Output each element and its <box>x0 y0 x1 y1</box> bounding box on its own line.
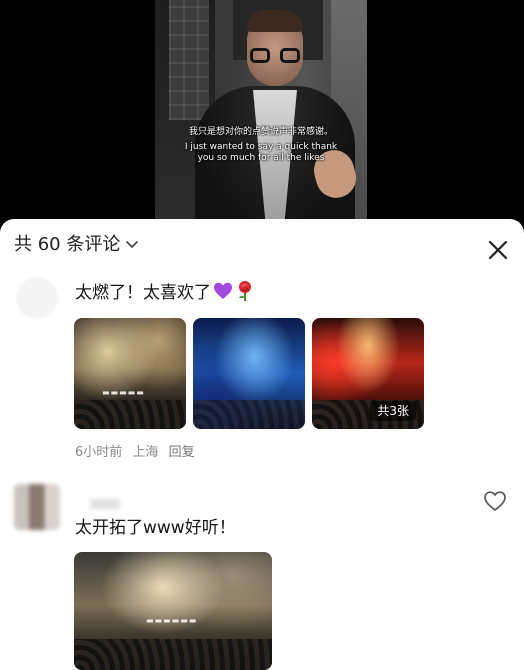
comment-location: 上海 <box>132 445 159 460</box>
avatar[interactable] <box>16 277 58 319</box>
comment-text: 太开拓了www好听！ <box>75 518 236 538</box>
video-person-glasses <box>250 48 300 64</box>
comment-count-title[interactable]: 共 60 条评论 <box>14 234 120 256</box>
stage-screen-graphic: ▬▬▬▬▬▬ <box>146 616 198 625</box>
purple-heart-icon <box>214 282 232 299</box>
rose-icon <box>239 281 251 301</box>
video-person-hair <box>247 10 303 32</box>
stage-screen-graphic: ▬▬▬▬▬ <box>102 388 145 397</box>
comment-photo[interactable]: ▬▬▬▬▬ <box>74 318 186 429</box>
reply-button[interactable]: 回复 <box>169 445 195 460</box>
comment-photo[interactable]: ▬▬▬▬▬▬ <box>74 552 272 670</box>
video-frame[interactable]: 我只是想对你的点赞说声非常感谢。 I just wanted to say a … <box>155 0 367 222</box>
crowd-silhouette <box>74 400 186 429</box>
comments-sheet: 共 60 条评论 太燃了！太喜欢了 ▬▬▬▬▬ 共3张 6小时前 上海 回复 太… <box>0 219 524 670</box>
video-player[interactable]: 我只是想对你的点赞说声非常感谢。 I just wanted to say a … <box>0 0 524 222</box>
comment-text-content: 太燃了！太喜欢了 <box>75 283 211 303</box>
crowd-silhouette <box>74 639 272 670</box>
video-subtitle-chinese: 我只是想对你的点赞说声非常感谢。 <box>188 127 333 137</box>
close-icon[interactable] <box>483 235 513 265</box>
avatar[interactable] <box>14 484 60 530</box>
comments-header: 共 60 条评论 <box>0 219 524 277</box>
comment-photo[interactable] <box>193 318 305 429</box>
video-subtitle-english: I just wanted to say a quick thank you s… <box>184 142 338 163</box>
username-blurred[interactable] <box>90 499 120 509</box>
comment-photo[interactable]: 共3张 <box>312 318 424 429</box>
video-glass-blocks <box>169 0 209 120</box>
heart-outline-icon[interactable] <box>483 490 507 512</box>
comment-meta: 6小时前 上海 回复 <box>75 441 201 460</box>
photo-count-badge: 共3张 <box>370 401 416 421</box>
crowd-silhouette <box>193 400 305 429</box>
comment-time: 6小时前 <box>75 445 123 460</box>
chevron-down-icon[interactable] <box>124 236 140 252</box>
comment-text: 太燃了！太喜欢了 <box>75 280 255 305</box>
